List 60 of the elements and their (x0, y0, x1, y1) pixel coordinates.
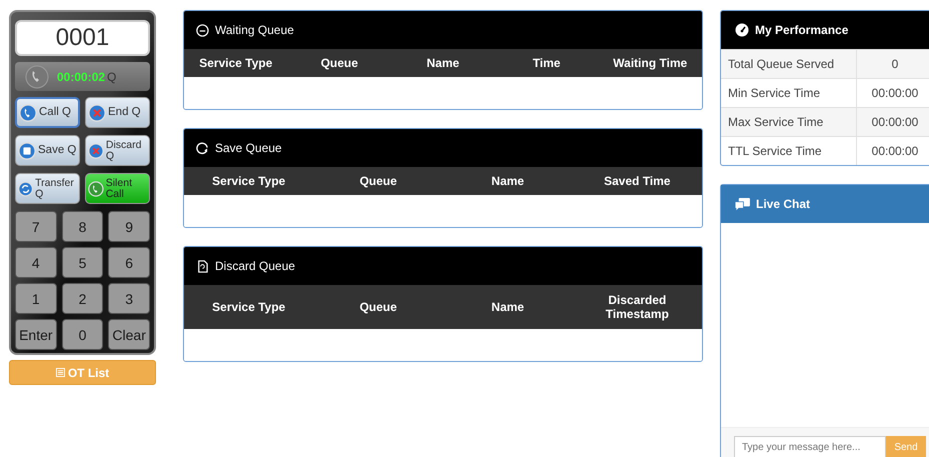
panel-title: Save Queue (215, 141, 282, 155)
queue-action-button[interactable]: Save Q (15, 135, 80, 166)
column-header: Service Type (211, 300, 286, 314)
column-header: Service Type (198, 56, 274, 70)
panel-title: Discard Queue (215, 259, 296, 273)
column-header: Name (426, 56, 460, 70)
keypad-key[interactable]: 6 (108, 247, 150, 278)
transfer-icon (18, 180, 34, 198)
document-icon (196, 260, 209, 272)
column-header: Queue (358, 300, 398, 314)
keypad-key[interactable]: 4 (15, 247, 57, 278)
table-cell: Max Service Time (721, 108, 857, 136)
cross-icon (88, 104, 106, 122)
list-icon (56, 368, 65, 377)
queue-action-button[interactable]: Call Q (15, 97, 80, 128)
table-cell-text: 00:00:00 (870, 115, 920, 129)
queue-action-button[interactable]: End Q (85, 97, 150, 128)
panel-title: Live Chat (756, 197, 810, 211)
phone-icon (25, 64, 49, 89)
chat-icon (735, 198, 750, 210)
queue-action-button[interactable]: Silent Call (85, 173, 150, 204)
column-header: Service Type (211, 174, 286, 188)
column-header: Name (490, 174, 526, 188)
keypad-key[interactable]: 7 (15, 211, 57, 242)
keypad-key[interactable]: Clear (108, 319, 150, 350)
table-cell: Total Queue Served (721, 50, 857, 78)
column-header: Name (490, 300, 526, 314)
table-cell: TTL Service Time (721, 137, 857, 165)
keypad-key[interactable]: 9 (108, 211, 150, 242)
panel-title: Waiting Queue (215, 23, 294, 37)
keypad-key[interactable]: Enter (15, 319, 57, 350)
table-cell-text: 00:00:00 (870, 86, 920, 100)
table-cell-text: 0 (890, 57, 900, 71)
phone-icon (19, 104, 37, 122)
column-header: Queue (320, 56, 360, 70)
queue-action-button[interactable]: Discard Q (85, 135, 150, 166)
disk-icon (18, 142, 36, 160)
phone-icon (88, 180, 104, 198)
cross-icon (88, 142, 104, 160)
keypad-key[interactable]: 3 (108, 283, 150, 314)
timer-suffix: Q (107, 70, 116, 84)
column-header: Waiting Time (612, 56, 688, 70)
column-header: Queue (358, 174, 398, 188)
keypad-key[interactable]: 2 (62, 283, 104, 314)
keypad-key[interactable]: 5 (62, 247, 104, 278)
keypad-key[interactable]: 0 (62, 319, 104, 350)
call-timer: 00:00:02 (57, 70, 106, 84)
column-header: Time (532, 56, 562, 70)
refresh-icon (196, 142, 209, 154)
keypad-key[interactable]: 8 (62, 211, 104, 242)
message-input[interactable]: Type your message here... (734, 436, 886, 457)
column-header: Discarded Timestamp (604, 293, 670, 321)
gauge-icon (735, 23, 749, 37)
panel-title: My Performance (755, 23, 848, 37)
clock-icon (196, 24, 209, 36)
column-header: Saved Time (603, 174, 672, 188)
keypad-key[interactable]: 1 (15, 283, 57, 314)
queue-number-display: 0001 (15, 20, 150, 56)
queue-action-button[interactable]: Transfer Q (15, 173, 80, 204)
table-cell-text: 00:00:00 (870, 144, 920, 158)
